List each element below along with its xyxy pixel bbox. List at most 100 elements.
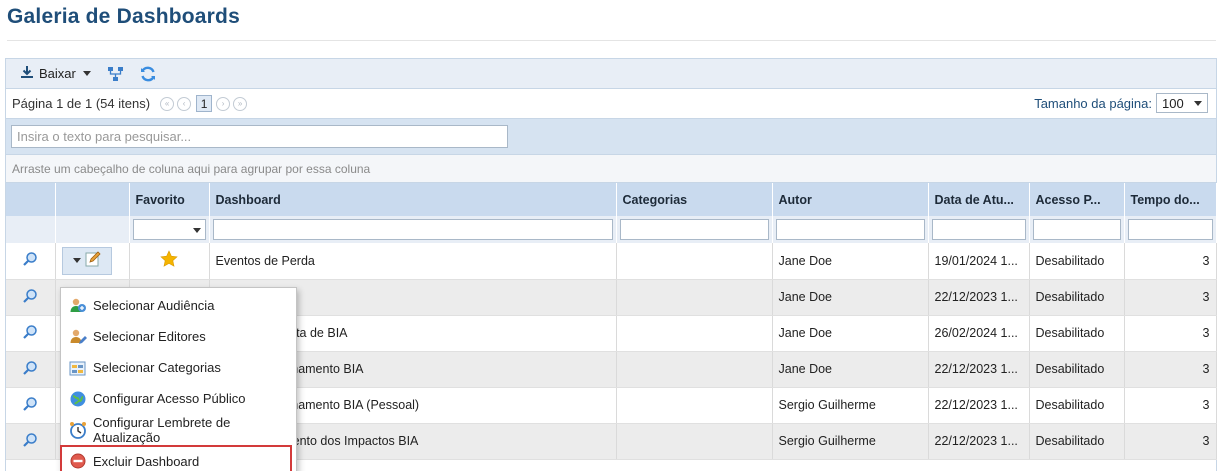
- page-size-value: 100: [1162, 95, 1184, 111]
- first-page-icon[interactable]: «: [160, 96, 175, 111]
- menu-item-update-reminder[interactable]: Configurar Lembrete de Atualização: [61, 414, 296, 445]
- view-cell[interactable]: [6, 279, 56, 316]
- data-filter-input[interactable]: [931, 219, 1026, 240]
- magnifier-icon[interactable]: [22, 288, 38, 307]
- autor-cell: Jane Doe: [772, 351, 929, 388]
- refresh-icon: [140, 66, 155, 81]
- last-page-icon[interactable]: »: [233, 96, 248, 111]
- acesso-cell: Desabilitado: [1029, 387, 1125, 424]
- acesso-filter-input[interactable]: [1032, 219, 1121, 240]
- dashboard-filter-input[interactable]: [212, 219, 613, 240]
- chevron-down-icon: [192, 228, 201, 233]
- pager: Página 1 de 1 (54 itens) « ‹ 1 › » Taman…: [6, 89, 1216, 119]
- star-icon[interactable]: [160, 250, 178, 271]
- col-view: [6, 183, 56, 216]
- page-number-button[interactable]: 1: [196, 95, 213, 112]
- edit-icon: [85, 251, 101, 270]
- chevron-down-icon: [82, 71, 91, 76]
- page-size-label: Tamanho da página:: [1034, 95, 1152, 111]
- chevron-down-icon: [72, 258, 81, 264]
- tempo-cell: 3: [1124, 423, 1217, 460]
- download-label: Baixar: [39, 66, 76, 81]
- menu-item-label: Configurar Lembrete de Atualização: [93, 414, 231, 445]
- page-size-control: Tamanho da página: 100: [1034, 93, 1208, 113]
- col-dashboard[interactable]: Dashboard: [209, 183, 617, 216]
- row-actions-button[interactable]: [61, 246, 112, 275]
- filter-cell-empty: [55, 216, 130, 243]
- tempo-filter-input[interactable]: [1127, 219, 1213, 240]
- magnifier-icon[interactable]: [22, 360, 38, 379]
- menu-item-select-categories[interactable]: Selecionar Categorias: [61, 352, 296, 383]
- col-tempo[interactable]: Tempo do...: [1124, 183, 1217, 216]
- filter-data: [928, 216, 1030, 243]
- acesso-cell: Desabilitado: [1029, 243, 1125, 280]
- autor-cell: Sergio Guilherme: [772, 387, 929, 424]
- magnifier-icon[interactable]: [22, 396, 38, 415]
- acesso-cell: Desabilitado: [1029, 279, 1125, 316]
- filter-dashboard: [209, 216, 617, 243]
- refresh-button[interactable]: [137, 63, 159, 85]
- audience-icon: [69, 297, 87, 315]
- delete-icon: [69, 452, 87, 470]
- menu-item-public-access[interactable]: Configurar Acesso Público: [61, 383, 296, 414]
- tempo-cell: 3: [1124, 351, 1217, 388]
- public-access-icon: [69, 390, 87, 408]
- menu-item-select-audience[interactable]: Selecionar Audiência: [61, 290, 296, 321]
- editors-icon: [69, 328, 87, 346]
- autor-cell: Sergio Guilherme: [772, 423, 929, 460]
- autor-cell: Jane Doe: [772, 315, 929, 352]
- menu-item-label: Selecionar Categorias: [93, 360, 221, 375]
- tempo-cell: 3: [1124, 315, 1217, 352]
- prev-page-icon[interactable]: ‹: [177, 96, 192, 111]
- reminder-icon: [69, 421, 87, 439]
- search-input[interactable]: [11, 125, 508, 148]
- view-cell[interactable]: [6, 423, 56, 460]
- autor-filter-input[interactable]: [775, 219, 925, 240]
- chevron-down-icon: [1194, 100, 1202, 106]
- autor-cell: Jane Doe: [772, 279, 929, 316]
- filter-acesso: [1029, 216, 1125, 243]
- magnifier-icon[interactable]: [22, 432, 38, 451]
- data-cell: 22/12/2023 1...: [928, 279, 1030, 316]
- hierarchy-button[interactable]: [105, 63, 127, 85]
- categorias-cell: [616, 279, 773, 316]
- view-cell[interactable]: [6, 315, 56, 352]
- menu-item-select-editors[interactable]: Selecionar Editores: [61, 321, 296, 352]
- view-cell[interactable]: [6, 387, 56, 424]
- menu-item-label: Selecionar Editores: [93, 329, 206, 344]
- acesso-cell: Desabilitado: [1029, 315, 1125, 352]
- table-row[interactable]: Eventos de Perda Jane Doe 19/01/2024 1..…: [6, 243, 1217, 280]
- magnifier-icon[interactable]: [22, 324, 38, 343]
- categories-icon: [69, 359, 87, 377]
- categorias-cell: [616, 315, 773, 352]
- view-cell[interactable]: [6, 351, 56, 388]
- favorito-filter-select[interactable]: [132, 219, 206, 240]
- pager-info: Página 1 de 1 (54 itens): [12, 96, 151, 111]
- download-button[interactable]: Baixar: [16, 63, 95, 85]
- next-page-icon[interactable]: ›: [216, 96, 231, 111]
- categorias-filter-input[interactable]: [619, 219, 769, 240]
- magnifier-icon[interactable]: [22, 252, 38, 270]
- col-favorito[interactable]: Favorito: [129, 183, 210, 216]
- hierarchy-icon: [107, 66, 123, 81]
- search-bar: [6, 119, 1216, 155]
- col-categorias[interactable]: Categorias: [616, 183, 773, 216]
- filter-cell-empty: [6, 216, 56, 243]
- row-actions-menu: Selecionar Audiência Selecionar Editores…: [60, 287, 297, 471]
- col-data[interactable]: Data de Atu...: [928, 183, 1030, 216]
- filter-tempo: [1124, 216, 1217, 243]
- group-panel: Arraste um cabeçalho de coluna aqui para…: [6, 155, 1216, 183]
- menu-item-delete-dashboard[interactable]: Excluir Dashboard: [60, 445, 292, 471]
- view-cell[interactable]: [6, 243, 56, 280]
- categorias-cell: [616, 351, 773, 388]
- data-cell: 19/01/2024 1...: [928, 243, 1030, 280]
- col-acesso[interactable]: Acesso P...: [1029, 183, 1125, 216]
- actions-cell: [55, 243, 130, 280]
- favorite-cell[interactable]: [129, 243, 210, 280]
- data-cell: 26/02/2024 1...: [928, 315, 1030, 352]
- page-size-select[interactable]: 100: [1156, 93, 1208, 113]
- dashboard-cell[interactable]: Eventos de Perda: [209, 243, 617, 280]
- col-autor[interactable]: Autor: [772, 183, 929, 216]
- categorias-cell: [616, 423, 773, 460]
- grid-toolbar: Baixar: [6, 59, 1216, 89]
